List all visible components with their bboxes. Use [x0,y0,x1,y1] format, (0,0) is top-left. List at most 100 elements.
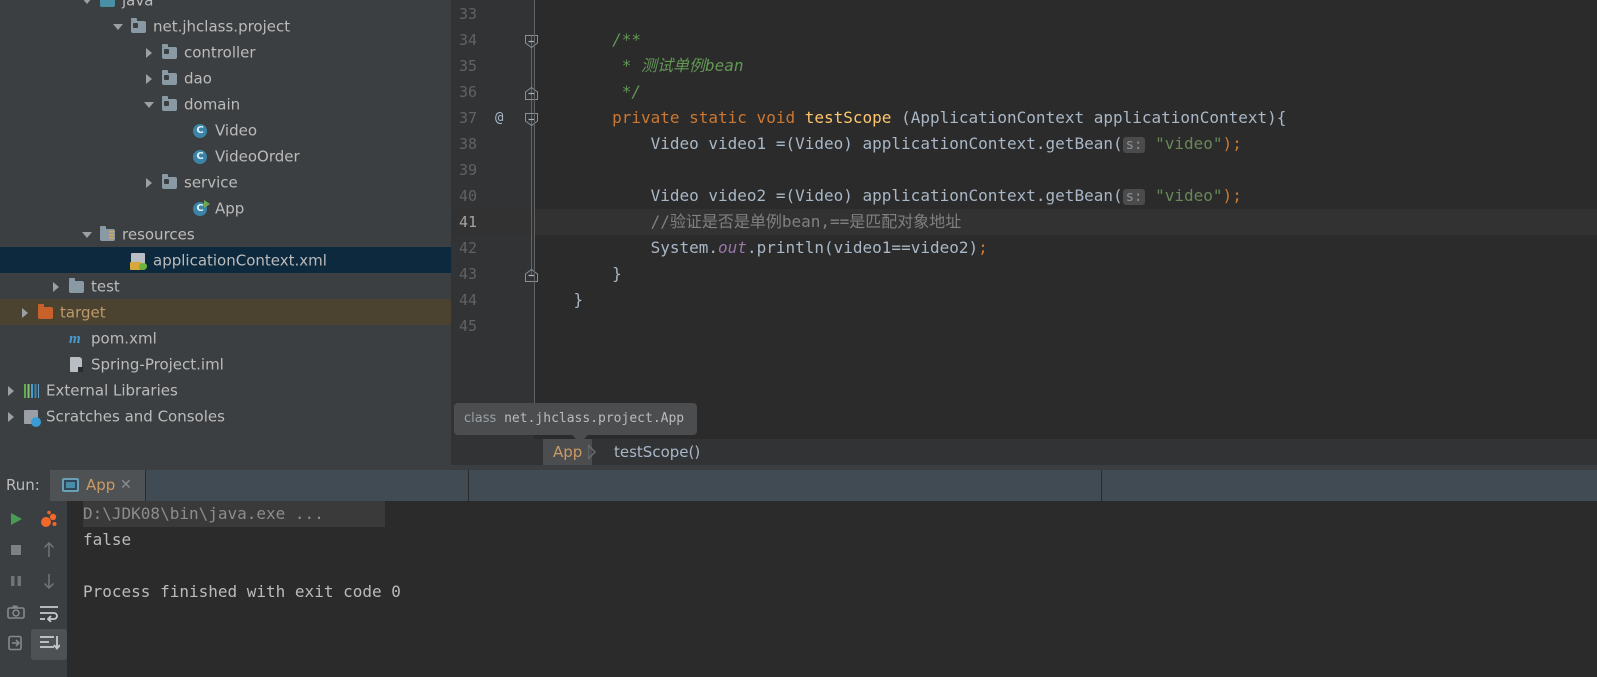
gutter-line-41[interactable]: 41 [451,209,534,235]
line-number: 45 [459,317,478,335]
close-icon[interactable]: ✕ [120,470,132,501]
tree-item-video[interactable]: C Video [0,117,451,143]
tree-item-target[interactable]: target [0,299,451,325]
tree-item-dao[interactable]: dao [0,65,451,91]
chevron-right-icon[interactable] [146,178,152,188]
folder-icon [67,277,87,295]
chevron-right-icon[interactable] [8,412,14,422]
tree-item-label: target [60,303,106,322]
stop-button[interactable] [0,536,31,567]
tree-item-pom-xml[interactable]: m pom.xml [0,325,451,351]
up-button[interactable] [31,536,67,567]
code-line-40[interactable]: Video video2 =(Video) applicationContext… [535,183,1242,209]
tree-item-net-jhclass-project[interactable]: net.jhclass.project [0,13,451,39]
editor-gutter[interactable]: 33 34 35 36 37 @ 38 39 40 41 42 43 44 45 [451,0,538,465]
run-tab-bar[interactable]: Run: App ✕ [0,470,1597,501]
tree-item-videoorder[interactable]: C VideoOrder [0,143,451,169]
expand-toggle[interactable] [14,300,36,326]
chevron-right-icon[interactable] [146,74,152,84]
chevron-right-icon[interactable] [53,282,59,292]
gutter-line-40[interactable]: 40 [451,183,534,209]
profiler-icon [38,509,60,533]
tree-item-domain[interactable]: domain [0,91,451,117]
soft-wrap-button[interactable] [31,598,67,629]
expand-toggle[interactable] [0,404,22,430]
breadcrumb-item-testscope-[interactable]: testScope() [604,439,710,465]
export-button[interactable] [0,629,31,660]
tree-item-test[interactable]: test [0,273,451,299]
tree-item-spring-project-iml[interactable]: Spring-Project.iml [0,351,451,377]
tree-item-java[interactable]: java [0,0,451,13]
run-tab-app[interactable]: App ✕ [50,470,145,501]
console-output[interactable]: D:\JDK08\bin\java.exe ... false Process fi… [67,501,1597,677]
gutter-line-39[interactable]: 39 [451,157,534,183]
gutter-line-33[interactable]: 33 [451,1,534,27]
breadcrumb[interactable]: App testScope() [451,439,1597,465]
tree-item-service[interactable]: service [0,169,451,195]
code-line-41[interactable]: //验证是否是单例bean,==是匹配对象地址 [535,209,962,235]
breadcrumb-item-app[interactable]: App [543,439,593,465]
gutter-line-37[interactable]: 37 @ [451,105,534,131]
expand-toggle[interactable] [45,274,67,300]
gutter-line-38[interactable]: 38 [451,131,534,157]
code-line-35[interactable]: * 测试单例bean [535,53,744,79]
expand-toggle[interactable] [0,378,22,404]
expand-toggle[interactable] [138,92,160,118]
code-line-34[interactable]: /** [535,27,641,53]
code-line-42[interactable]: System.out.println(video1==video2); [535,235,988,261]
tree-item-external-libraries[interactable]: External Libraries [0,377,451,403]
run-toolbar-right[interactable] [31,501,67,677]
documentation-tooltip: class net.jhclass.project.App [454,403,697,435]
gutter-line-44[interactable]: 44 [451,287,534,313]
gutter-line-36[interactable]: 36 [451,79,534,105]
annotation-gutter-icon[interactable]: @ [495,105,503,131]
chevron-down-icon[interactable] [82,232,92,238]
gutter-line-42[interactable]: 42 [451,235,534,261]
tree-item-label: controller [184,43,256,62]
code-line-38[interactable]: Video video1 =(Video) applicationContext… [535,131,1242,157]
pause-button[interactable] [0,567,31,598]
tree-item-app[interactable]: C App [0,195,451,221]
gutter-line-35[interactable]: 35 [451,53,534,79]
tree-item-scratches-and-consoles[interactable]: Scratches and Consoles [0,403,451,429]
expand-toggle[interactable] [76,0,98,14]
project-tool-window[interactable]: java net.jhclass.project controller dao doma… [0,0,451,465]
tree-item-controller[interactable]: controller [0,39,451,65]
line-number: 40 [459,187,478,205]
expand-toggle[interactable] [107,14,129,40]
down-button[interactable] [31,567,67,598]
chevron-down-icon[interactable] [144,102,154,108]
screenshot-button[interactable] [0,598,31,629]
line-number: 34 [459,31,478,49]
code-line-43[interactable]: } [535,261,622,287]
run-tool-window[interactable]: Run: App ✕ D:\JDK08\bin\java.exe ... fals… [0,465,1597,677]
gutter-line-43[interactable]: 43 [451,261,534,287]
gutter-line-45[interactable]: 45 [451,313,534,339]
code-line-36[interactable]: */ [535,79,641,105]
rerun-button[interactable] [0,505,31,536]
expand-toggle[interactable] [138,40,160,66]
code-editor[interactable]: 33 34 35 36 37 @ 38 39 40 41 42 43 44 45 /** * 测试单例be… [451,0,1597,465]
chevron-right-icon[interactable] [22,308,28,318]
line-number: 38 [459,135,478,153]
tree-item-label: domain [184,95,241,114]
expand-toggle[interactable] [138,66,160,92]
expand-toggle[interactable] [138,170,160,196]
chevron-down-icon[interactable] [82,0,92,4]
chevron-down-icon[interactable] [113,24,123,30]
code-area[interactable]: /** * 测试单例bean */ private static void te… [535,0,1597,435]
tree-item-applicationcontext-xml[interactable]: applicationContext.xml [0,247,451,273]
gutter-line-34[interactable]: 34 [451,27,534,53]
package-folder-icon [160,69,180,87]
expand-toggle[interactable] [76,222,98,248]
run-toolbar-left[interactable] [0,501,31,677]
code-line-37[interactable]: private static void testScope (Applicati… [535,105,1286,131]
tree-item-label: test [91,277,120,296]
scroll-to-end-button[interactable] [31,629,67,660]
chevron-right-icon[interactable] [146,48,152,58]
toggle-tasks-button[interactable] [31,505,67,536]
soft-wrap-icon [38,602,60,626]
chevron-right-icon[interactable] [8,386,14,396]
tree-item-resources[interactable]: resources [0,221,451,247]
code-line-44[interactable]: } [535,287,584,313]
